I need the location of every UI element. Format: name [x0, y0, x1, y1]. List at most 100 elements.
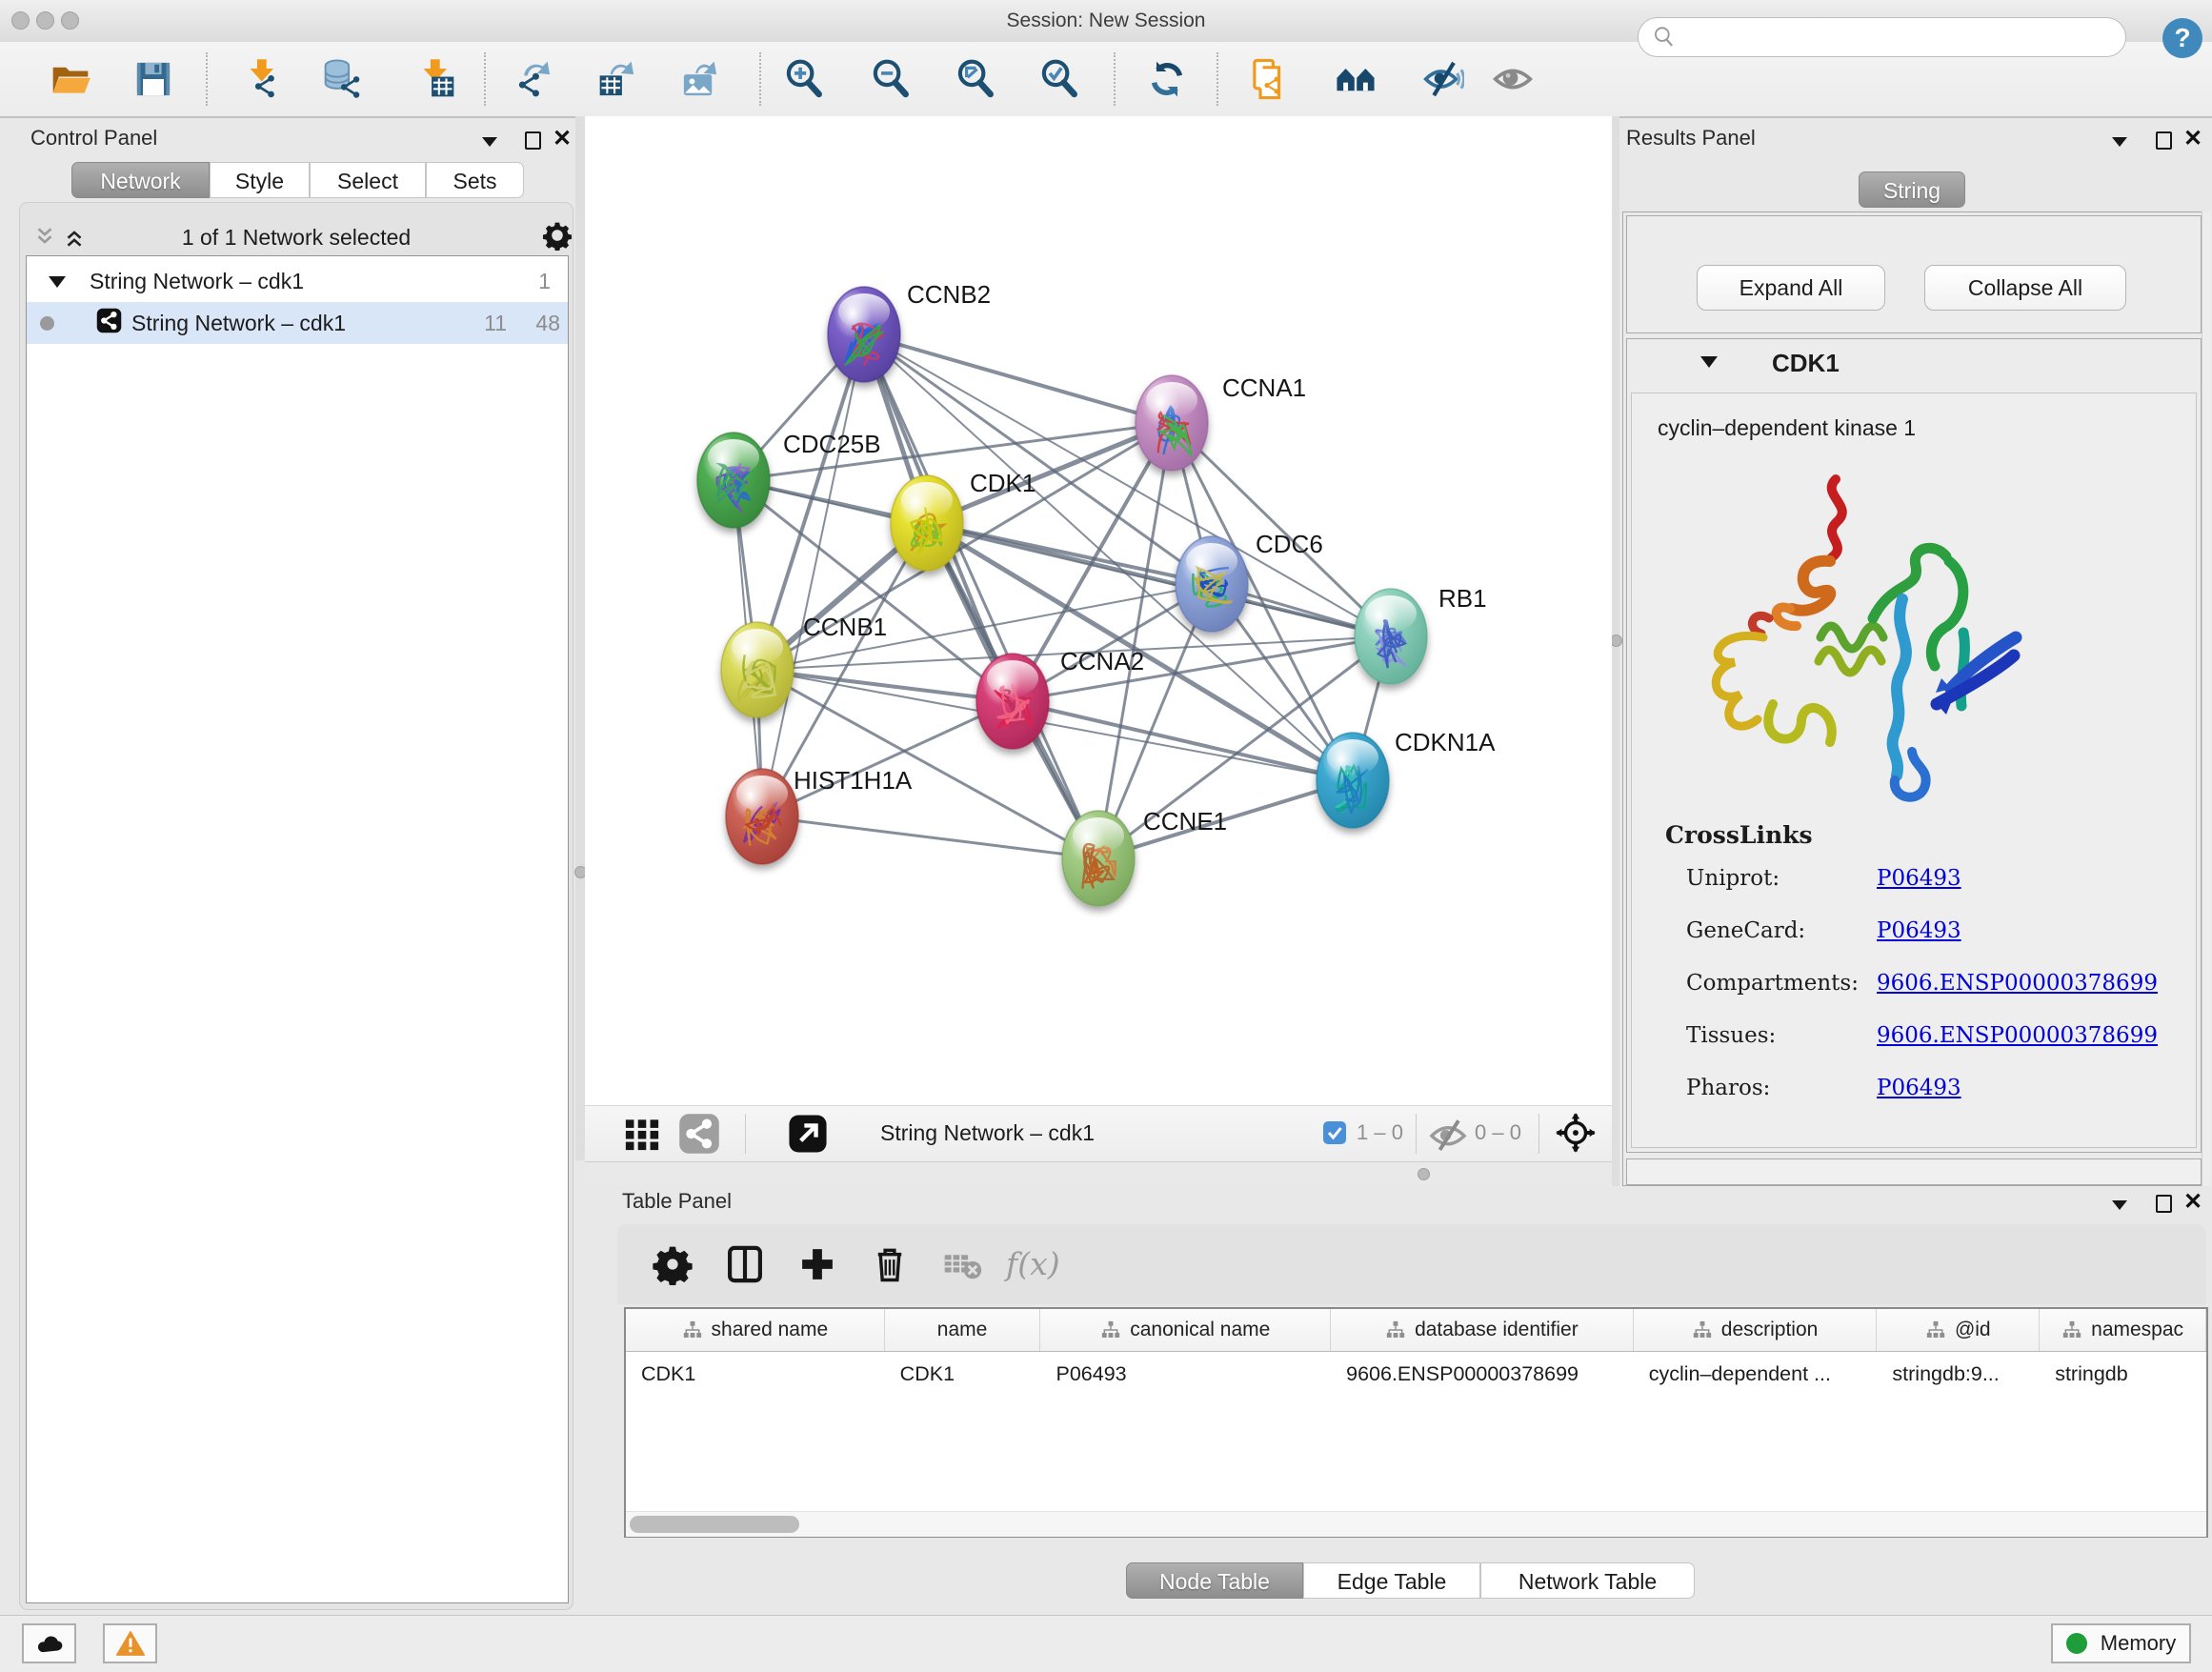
crosslink-link[interactable]: 9606.ENSP00000378699 — [1877, 1023, 2158, 1048]
tab-string[interactable]: String — [1859, 171, 1965, 208]
tab-select[interactable]: Select — [310, 162, 426, 198]
expand-all-button[interactable]: Expand All — [1697, 265, 1885, 311]
column-header-canonical-name[interactable]: canonical name — [1040, 1309, 1331, 1351]
save-session-icon[interactable] — [132, 58, 174, 100]
hidden-count: 0 – 0 — [1475, 1120, 1521, 1145]
preview-eye-icon[interactable] — [1492, 58, 1534, 100]
table-gear-icon[interactable] — [652, 1243, 694, 1285]
table-row[interactable]: CDK1CDK1P064939606.ENSP00000378699cyclin… — [626, 1352, 2206, 1396]
help-button[interactable]: ? — [2162, 18, 2202, 58]
search-input[interactable] — [1677, 26, 2090, 50]
network-edge[interactable] — [757, 670, 1013, 701]
cloud-button[interactable] — [22, 1623, 76, 1663]
network-node[interactable]: CCNE1 — [1062, 807, 1227, 906]
results-panel-close-icon[interactable]: ✕ — [2183, 130, 2202, 149]
crosslink-link[interactable]: P06493 — [1877, 918, 1961, 943]
column-header-@id[interactable]: @id — [1877, 1309, 2040, 1351]
zoom-selected-icon[interactable] — [1039, 58, 1081, 100]
network-node[interactable]: RB1 — [1355, 584, 1487, 684]
left-splitter[interactable] — [575, 116, 585, 1160]
collection-name: String Network – cdk1 — [90, 269, 304, 294]
crosslink-link[interactable]: 9606.ENSP00000378699 — [1877, 971, 2158, 996]
table-panel-close-icon[interactable]: ✕ — [2183, 1193, 2202, 1212]
function-builder-icon[interactable]: f(x) — [1006, 1245, 1060, 1282]
crosslink-link[interactable]: P06493 — [1877, 866, 1961, 891]
open-session-icon[interactable] — [50, 58, 91, 100]
network-edge[interactable] — [1013, 701, 1353, 780]
delete-table-icon[interactable] — [941, 1243, 983, 1285]
network-badge-icon[interactable] — [678, 1113, 720, 1155]
show-columns-icon[interactable] — [724, 1243, 766, 1285]
collapse-all-button[interactable]: Collapse All — [1924, 265, 2126, 311]
zoom-out-icon[interactable] — [871, 58, 913, 100]
network-row[interactable]: String Network – cdk1 11 48 — [27, 302, 568, 344]
collection-expand-icon[interactable] — [48, 269, 67, 294]
tab-node-table[interactable]: Node Table — [1126, 1562, 1303, 1599]
column-header-description[interactable]: description — [1634, 1309, 1878, 1351]
column-header-name[interactable]: name — [885, 1309, 1041, 1351]
results-panel-scrollbar[interactable] — [2202, 212, 2211, 1186]
results-panel-float-icon[interactable] — [2156, 131, 2172, 150]
divider — [1416, 1114, 1417, 1154]
export-table-icon[interactable] — [596, 58, 638, 100]
network-edge[interactable] — [762, 816, 1098, 858]
column-header-shared-name[interactable]: shared name — [626, 1309, 885, 1351]
node-label: CCNB1 — [803, 613, 887, 641]
table-horizontal-scrollbar[interactable] — [626, 1511, 2206, 1537]
export-image-icon[interactable] — [679, 58, 721, 100]
network-edge-count: 48 — [535, 311, 560, 336]
crosslink-label: GeneCard: — [1686, 918, 1877, 943]
crosslink-link[interactable]: P06493 — [1877, 1076, 1961, 1100]
network-node[interactable]: CCNA1 — [1136, 373, 1306, 471]
horizontal-splitter-handle[interactable] — [1418, 1168, 1430, 1180]
control-panel-float-icon[interactable] — [525, 131, 541, 150]
network-canvas[interactable]: CCNB2CCNA1CDC25BCDK1CDC6RB1CCNB1CCNA2CDK… — [585, 116, 1612, 1105]
table-panel-float-icon[interactable] — [2156, 1195, 2172, 1213]
tab-network[interactable]: Network — [71, 162, 210, 198]
column-header-namespac[interactable]: namespac — [2040, 1309, 2206, 1351]
table-scrollbar-thumb[interactable] — [630, 1516, 799, 1533]
gene-section-collapse-icon[interactable] — [1699, 354, 1719, 369]
delete-column-icon[interactable] — [869, 1243, 911, 1285]
network-edge[interactable] — [762, 334, 864, 816]
results-panel-collapse-icon[interactable] — [2111, 135, 2128, 149]
memory-button[interactable]: Memory — [2051, 1623, 2191, 1663]
horizontal-splitter[interactable] — [585, 1161, 1612, 1186]
right-splitter[interactable] — [1612, 116, 1619, 1186]
import-network-from-file-icon[interactable] — [242, 58, 284, 100]
refresh-icon[interactable] — [1146, 58, 1188, 100]
import-table-from-file-icon[interactable] — [415, 58, 457, 100]
clone-network-icon[interactable] — [1250, 58, 1292, 100]
control-panel-collapse-icon[interactable] — [481, 135, 498, 149]
birdseye-crosshair-icon[interactable] — [1555, 1112, 1597, 1154]
network-node[interactable]: CDC25B — [697, 430, 881, 528]
network-edge[interactable] — [864, 334, 1172, 423]
import-network-from-database-icon[interactable] — [322, 58, 364, 100]
first-neighbors-icon[interactable] — [1335, 58, 1377, 100]
network-node[interactable]: HIST1H1A — [726, 766, 913, 864]
table-panel-collapse-icon[interactable] — [2111, 1199, 2128, 1212]
network-edge[interactable] — [762, 701, 1013, 816]
grid-view-icon[interactable] — [621, 1113, 663, 1155]
network-panel-gear-icon[interactable] — [542, 220, 573, 255]
tab-sets[interactable]: Sets — [426, 162, 524, 198]
zoom-in-icon[interactable] — [784, 58, 826, 100]
zoom-fit-content-icon[interactable] — [955, 58, 997, 100]
warning-button[interactable] — [103, 1623, 157, 1663]
tab-style[interactable]: Style — [210, 162, 310, 198]
search-box[interactable] — [1638, 17, 2126, 57]
network-node[interactable]: CDKN1A — [1317, 728, 1496, 828]
export-network-icon[interactable] — [513, 58, 554, 100]
selected-checkbox-icon[interactable] — [1323, 1121, 1346, 1144]
network-collection-row[interactable]: String Network – cdk1 1 — [27, 260, 568, 302]
tab-network-table[interactable]: Network Table — [1480, 1562, 1695, 1599]
show-hide-graphics-icon[interactable] — [1422, 58, 1464, 100]
create-column-icon[interactable] — [796, 1243, 838, 1285]
crosslink-label: Pharos: — [1686, 1076, 1877, 1100]
open-in-window-icon[interactable] — [787, 1113, 829, 1155]
column-header-database-identifier[interactable]: database identifier — [1331, 1309, 1634, 1351]
hidden-eye-slash-icon[interactable] — [1427, 1114, 1469, 1156]
collection-count: 1 — [538, 269, 551, 294]
tab-edge-table[interactable]: Edge Table — [1303, 1562, 1480, 1599]
control-panel-close-icon[interactable]: ✕ — [553, 130, 572, 149]
